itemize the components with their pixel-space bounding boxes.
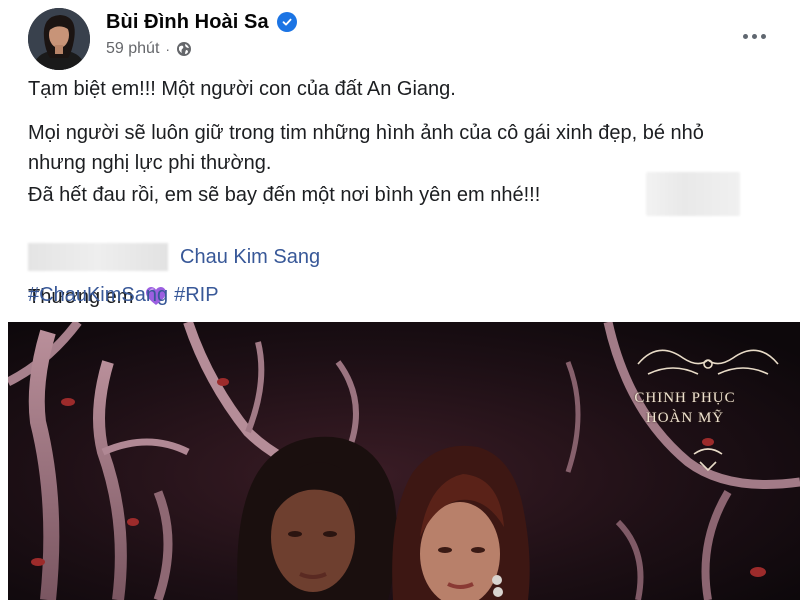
post-timestamp[interactable]: 59 phút <box>106 40 159 58</box>
brand-line-2: HOÀN MỸ <box>645 410 725 426</box>
author-name[interactable]: Bùi Đình Hoài Sa <box>106 11 269 34</box>
author-line: Bùi Đình Hoài Sa <box>106 8 297 36</box>
photo-brand-logo: CHINH PHỤC HOÀN MỸ <box>610 340 760 428</box>
post-header: Bùi Đình Hoài Sa 59 phút · <box>0 0 800 70</box>
globe-icon[interactable] <box>176 41 192 57</box>
redacted-region <box>646 172 740 216</box>
more-horizontal-icon-dot <box>742 33 748 39</box>
facebook-post: Bùi Đình Hoài Sa 59 phút · Tạm biệt em!!… <box>0 0 800 600</box>
post-meta: 59 phút · <box>106 38 192 60</box>
hashtag-link[interactable]: #RIP <box>174 280 218 310</box>
post-photo[interactable]: CHINH PHỤC HOÀN MỸ <box>8 322 800 600</box>
more-options-button[interactable] <box>736 18 772 54</box>
author-avatar[interactable] <box>28 8 90 70</box>
brand-line-1: CHINH PHỤC <box>634 390 736 406</box>
post-paragraph-3-text: Đã hết đau rồi, em sẽ bay đến một nơi bì… <box>28 184 541 206</box>
more-horizontal-icon-dot <box>751 33 757 39</box>
post-paragraph-1: Tạm biệt em!!! Một người con của đất An … <box>28 78 456 100</box>
avatar-image <box>28 8 90 70</box>
meta-separator: · <box>165 41 171 57</box>
post-paragraph-mention: Chau Kim Sang <box>28 242 320 272</box>
redacted-region <box>28 243 168 271</box>
post-paragraph-2: Mọi người sẽ luôn giữ trong tim những hì… <box>28 122 704 174</box>
hashtag-list: #ChauKimSang #RIP <box>28 280 219 310</box>
mention-link[interactable]: Chau Kim Sang <box>180 242 320 272</box>
verified-badge-icon <box>276 12 297 32</box>
more-horizontal-icon-dot <box>760 33 766 39</box>
hashtag-link[interactable]: #ChauKimSang <box>28 280 168 310</box>
